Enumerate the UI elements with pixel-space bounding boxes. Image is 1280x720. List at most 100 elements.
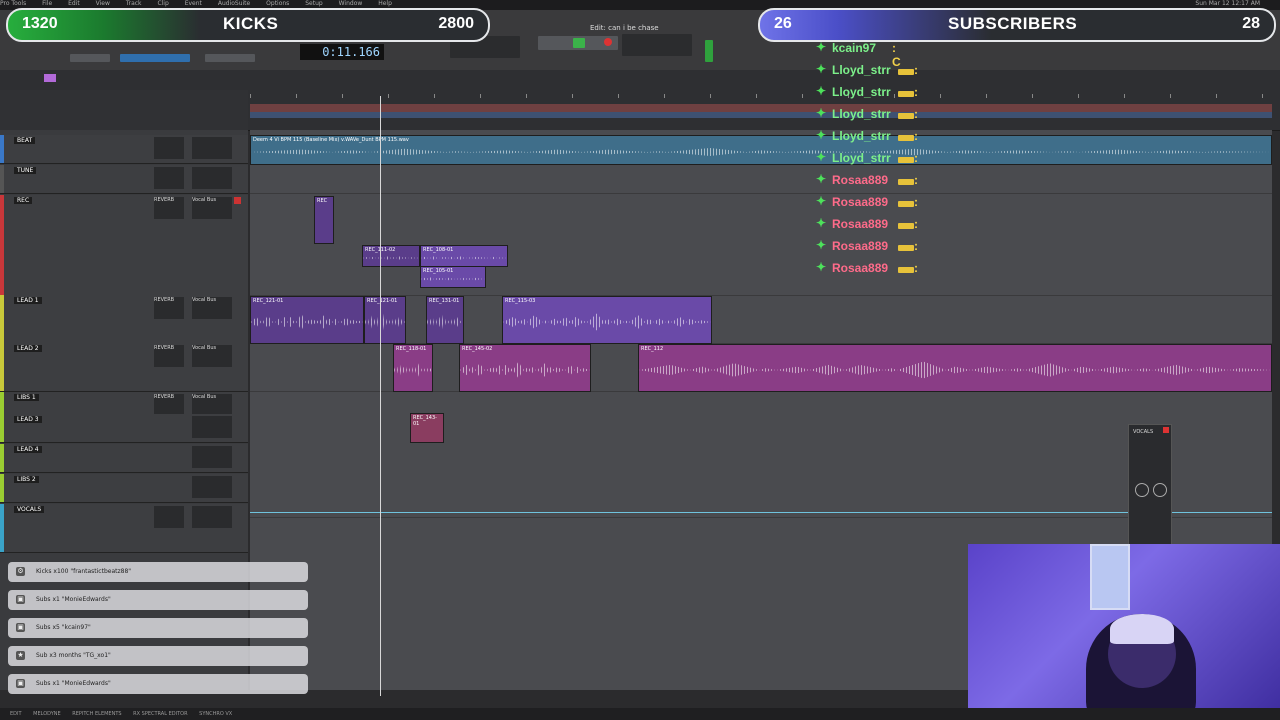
- output-meter: [705, 40, 713, 62]
- audio-clip-rec[interactable]: REC: [314, 196, 334, 244]
- track-color: [0, 195, 4, 295]
- track-lead4[interactable]: LEAD 4: [0, 444, 248, 473]
- track-name[interactable]: LEAD 2: [14, 345, 42, 352]
- meter-ruler[interactable]: [250, 112, 1272, 118]
- menu-item[interactable]: Pro Tools: [0, 0, 26, 7]
- io-section[interactable]: [192, 137, 232, 159]
- io-section[interactable]: [192, 476, 232, 498]
- clip-name: REC_115-03: [505, 298, 536, 304]
- io-section[interactable]: [192, 167, 232, 189]
- menu-item[interactable]: Event: [185, 0, 202, 7]
- tab-melodyne[interactable]: MELODYNE: [33, 711, 61, 717]
- clip-name: REC_112: [641, 346, 664, 352]
- menu-item[interactable]: View: [96, 0, 110, 7]
- audio-clip-lead1[interactable]: REC_115-03: [502, 296, 712, 344]
- alert-item: ▣ Subs x1 "MonieEdwards": [8, 590, 308, 610]
- io-section[interactable]: Vocal Bus: [192, 197, 232, 219]
- io-section[interactable]: Vocal Bus: [192, 297, 232, 319]
- track-vocals[interactable]: VOCALS: [0, 504, 248, 553]
- tab-rx[interactable]: RX SPECTRAL EDITOR: [133, 711, 187, 717]
- track-name[interactable]: LEAD 1: [14, 297, 42, 304]
- knob-icon[interactable]: [1135, 483, 1149, 497]
- track-name[interactable]: BEAT: [14, 137, 36, 144]
- io-section[interactable]: [192, 416, 232, 438]
- project-title: Edit: can i be chase: [590, 24, 659, 32]
- menu-item[interactable]: File: [42, 0, 52, 7]
- menu-item[interactable]: Clip: [157, 0, 168, 7]
- track-name[interactable]: VOCALS: [14, 506, 45, 513]
- main-counter[interactable]: 0:11.166: [300, 44, 384, 60]
- knob-icon[interactable]: [1153, 483, 1167, 497]
- inserts[interactable]: REVERB: [154, 197, 184, 219]
- audio-clip-libs[interactable]: REC_143-01: [410, 413, 444, 443]
- streamer-cap: [1110, 614, 1174, 644]
- audio-clip-lead1[interactable]: REC_121-01: [364, 296, 406, 344]
- audio-clip-lead2[interactable]: REC_118-01: [393, 344, 433, 392]
- track-libs2[interactable]: LIBS 2: [0, 474, 248, 503]
- menu-item[interactable]: Setup: [305, 0, 322, 7]
- inserts[interactable]: REVERB: [154, 297, 184, 319]
- io-section[interactable]: Vocal Bus: [192, 345, 232, 367]
- tab-repitch[interactable]: REPITCH ELEMENTS: [72, 711, 121, 717]
- io-section[interactable]: [192, 506, 232, 528]
- track-name[interactable]: LIBS 2: [14, 476, 39, 483]
- menu-item[interactable]: Edit: [68, 0, 80, 7]
- waveform: [427, 313, 463, 331]
- bars-beats-ruler[interactable]: [250, 94, 1272, 98]
- waveform: [251, 313, 363, 331]
- track-lead2[interactable]: LEAD 2 REVERB Vocal Bus: [0, 343, 248, 392]
- zoom-tools[interactable]: [205, 54, 255, 62]
- menu-item[interactable]: Track: [126, 0, 142, 7]
- track-name[interactable]: LEAD 3: [14, 416, 42, 423]
- tempo-ruler[interactable]: [250, 104, 1272, 112]
- audio-clip-lead1[interactable]: REC_131-01: [426, 296, 464, 344]
- record-arm-button[interactable]: [234, 197, 241, 204]
- track-name[interactable]: REC: [14, 197, 33, 204]
- menu-item[interactable]: AudioSuite: [218, 0, 250, 7]
- audio-clip-lead1[interactable]: REC_121-01: [250, 296, 364, 344]
- menu-item[interactable]: Options: [266, 0, 289, 7]
- inserts[interactable]: [154, 167, 184, 189]
- menu-item[interactable]: Help: [378, 0, 392, 7]
- star-icon: ✦: [816, 194, 827, 208]
- playhead-cursor[interactable]: [380, 96, 381, 696]
- edit-tools[interactable]: [120, 54, 190, 62]
- inserts[interactable]: [154, 137, 184, 159]
- alert-text: Subs x1 "MonieEdwards": [36, 680, 111, 687]
- grid-buttons[interactable]: [70, 54, 110, 62]
- inserts[interactable]: [154, 506, 184, 528]
- audio-clip-beat[interactable]: Deem 4 Vi BPM 115 (Baseline Mix) v.WAVe_…: [250, 135, 1272, 165]
- star-icon: ✦: [816, 216, 827, 230]
- record-button[interactable]: [604, 38, 612, 46]
- audio-clip-rec[interactable]: REC_105-01: [420, 266, 486, 288]
- audio-clip-lead2[interactable]: REC_145-02: [459, 344, 591, 392]
- menu-item[interactable]: Window: [339, 0, 363, 7]
- io-section[interactable]: [192, 446, 232, 468]
- play-button[interactable]: [573, 38, 585, 48]
- track-color: [0, 295, 4, 343]
- track-tune[interactable]: TUNE: [0, 165, 248, 194]
- close-icon[interactable]: [1163, 427, 1169, 433]
- track-lead1[interactable]: LEAD 1 REVERB Vocal Bus: [0, 295, 248, 344]
- audio-clip-rec[interactable]: REC_111-02: [362, 245, 420, 267]
- tab-synchro[interactable]: SYNCHRO VX: [199, 711, 232, 717]
- audio-clip-rec[interactable]: REC_108-01: [420, 245, 508, 267]
- alert-text: Subs x1 "MonieEdwards": [36, 596, 111, 603]
- plugin-window[interactable]: VOCALS: [1128, 424, 1172, 546]
- track-beat[interactable]: BEAT: [0, 135, 248, 164]
- audio-clip-lead2[interactable]: REC_112: [638, 344, 1272, 392]
- track-name[interactable]: LIBS 1: [14, 394, 39, 401]
- memory-marker[interactable]: [44, 74, 56, 82]
- inserts[interactable]: REVERB: [154, 394, 184, 416]
- sub-icon: ▣: [16, 595, 25, 604]
- io-section[interactable]: Vocal Bus: [192, 394, 232, 416]
- track-rec[interactable]: REC REVERB Vocal Bus: [0, 195, 248, 296]
- chat-text: :: [914, 151, 918, 165]
- waveform: [251, 148, 1271, 156]
- track-name[interactable]: LEAD 4: [14, 446, 42, 453]
- track-name[interactable]: TUNE: [14, 167, 37, 174]
- tab-edit[interactable]: EDIT: [10, 711, 22, 717]
- track-lead3[interactable]: LEAD 3: [0, 414, 248, 443]
- waveform: [421, 256, 507, 260]
- inserts[interactable]: REVERB: [154, 345, 184, 367]
